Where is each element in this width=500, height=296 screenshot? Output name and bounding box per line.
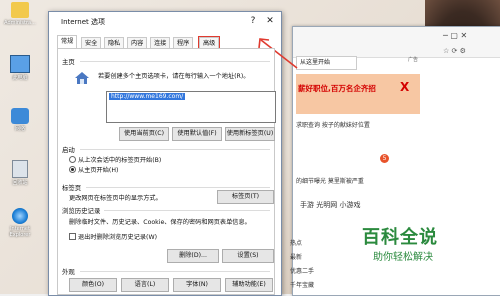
ie-icon: [12, 208, 28, 224]
use-current-button[interactable]: 使用当前页(C): [119, 127, 169, 141]
divider: [80, 271, 270, 272]
home-icon: [74, 71, 90, 85]
browser-line-games[interactable]: 手游 光明网 小游戏: [300, 200, 360, 210]
startup-radio-last-session[interactable]: [69, 156, 76, 163]
languages-button[interactable]: 语言(L): [121, 278, 169, 292]
tab-general[interactable]: 常规: [57, 35, 78, 49]
desktop-icon-administrator[interactable]: Administra...: [3, 2, 37, 26]
watermark-subtitle: 助你轻松解决: [373, 252, 433, 263]
ad-label: 广告: [408, 57, 419, 63]
desktop-icon-label: 回收站: [12, 180, 28, 186]
divider: [80, 61, 270, 62]
history-settings-button[interactable]: 设置(S): [222, 249, 274, 263]
homepage-heading: 主页: [62, 58, 75, 66]
browser-nav-icons[interactable]: ☆ ⟳ ⚙: [443, 47, 466, 55]
homepage-url-textarea[interactable]: http://www.me169.com/: [106, 91, 276, 123]
delete-history-on-exit-checkbox[interactable]: [69, 233, 76, 240]
desktop-icon-label: Administra...: [4, 20, 36, 26]
browser-toolbar: [293, 27, 500, 58]
delete-history-checkbox-label: 退出时删除浏览历史记录(W): [78, 234, 158, 241]
accessibility-button[interactable]: 辅助功能(E): [225, 278, 273, 292]
network-icon: [11, 108, 29, 124]
desktop-icon-network[interactable]: 网络: [3, 108, 37, 132]
startup-option-label: 从上次会话中的标签页开始(B): [78, 157, 162, 164]
startup-option-label: 从主页开始(H): [78, 167, 119, 174]
computer-icon: [10, 55, 30, 73]
desktop-icon-computer[interactable]: 此电脑: [3, 55, 37, 81]
browser-badge: 5: [380, 154, 389, 163]
watermark-title: 百科全说: [362, 227, 438, 248]
browser-item[interactable]: 千年宝藏: [290, 280, 314, 289]
browser-line-main[interactable]: 求职查询 按子的献妹好位置: [296, 120, 370, 129]
desktop-icon-label: 网络: [14, 126, 25, 132]
general-tab-panel: 主页 若要创建多个主页选项卡，请在每行输入一个地址(R)。 http://www…: [57, 48, 276, 295]
history-heading: 浏览历史记录: [62, 207, 101, 215]
homepage-description: 若要创建多个主页选项卡，请在每行输入一个地址(R)。: [98, 73, 250, 80]
use-default-button[interactable]: 使用默认值(F): [172, 127, 222, 141]
tabs-heading: 标签页: [62, 184, 82, 192]
desktop-icon-label: Internet Explorer: [9, 226, 31, 238]
browser-window-controls[interactable]: ─ ▢ ✕: [443, 31, 467, 40]
divider: [86, 187, 270, 188]
ad-text: 薪好职位,百万名企齐招: [298, 84, 376, 93]
browser-line-news[interactable]: 的细节曝光 莫里斯被严重: [296, 176, 364, 185]
history-description: 删除临时文件、历史记录、Cookie、保存的密码和网页表单信息。: [69, 219, 251, 226]
tab-strip: 常规 安全 隐私 内容 连接 程序 高级: [57, 35, 275, 50]
internet-options-dialog[interactable]: Internet 选项 ? ✕ 常规 安全 隐私 内容 连接 程序 高级 主页 …: [48, 11, 298, 296]
tabs-settings-button[interactable]: 标签页(T): [217, 190, 274, 204]
tabs-description: 更改网页在标签页中的显示方式。: [69, 195, 162, 202]
recycle-bin-icon: [12, 160, 28, 178]
ad-close-icon[interactable]: X: [400, 80, 409, 94]
appearance-heading: 外观: [62, 268, 75, 276]
help-button[interactable]: ?: [247, 15, 259, 27]
divider: [104, 210, 270, 211]
desktop-icon-label: 此电脑: [12, 75, 28, 81]
divider: [80, 149, 270, 150]
homepage-url-text: http://www.me169.com/: [109, 93, 186, 100]
use-new-tab-button[interactable]: 使用新标签页(U): [225, 127, 275, 141]
delete-history-button[interactable]: 删除(D)...: [167, 249, 219, 263]
dialog-title: Internet 选项: [61, 18, 106, 26]
fonts-button[interactable]: 字体(N): [173, 278, 221, 292]
close-button[interactable]: ✕: [264, 15, 276, 27]
startup-radio-homepage[interactable]: [69, 166, 76, 173]
browser-item[interactable]: 优惠二手: [290, 266, 314, 275]
colors-button[interactable]: 颜色(O): [69, 278, 117, 292]
startup-heading: 启动: [62, 146, 75, 154]
user-folder-icon: [11, 2, 29, 18]
browser-item[interactable]: 最新: [290, 252, 302, 261]
desktop-icon-recycle-bin[interactable]: 回收站: [3, 160, 37, 186]
browser-item[interactable]: 热点: [290, 238, 302, 247]
desktop-icon-internet-explorer[interactable]: Internet Explorer: [3, 208, 37, 238]
